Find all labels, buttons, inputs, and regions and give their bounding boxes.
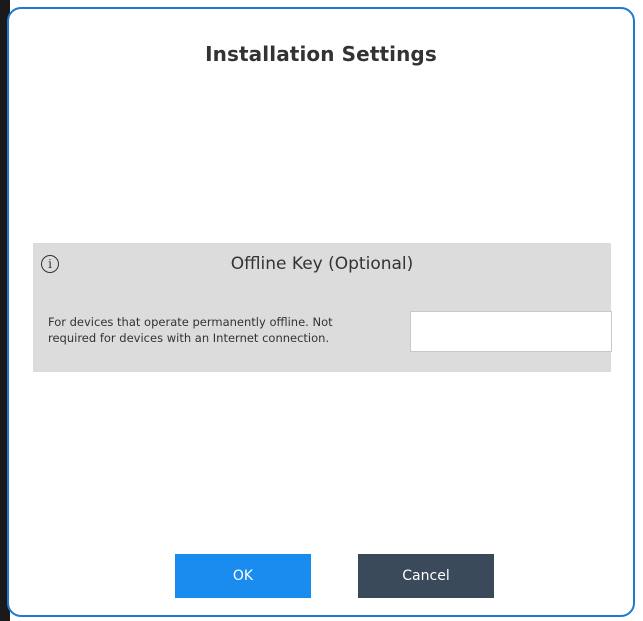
- offline-key-panel: i Offline Key (Optional) For devices tha…: [33, 243, 612, 372]
- description-line-2: required for devices with an Internet co…: [48, 331, 330, 345]
- offline-key-title: Offline Key (Optional): [230, 254, 414, 274]
- dialog-title: Installation Settings: [205, 42, 437, 66]
- offline-key-description: For devices that operate permanently off…: [48, 314, 388, 346]
- cancel-button[interactable]: Cancel: [358, 554, 494, 598]
- ok-button[interactable]: OK: [175, 554, 311, 598]
- description-line-1: For devices that operate permanently off…: [48, 315, 333, 329]
- offline-key-input[interactable]: [410, 311, 612, 352]
- installation-settings-dialog: Installation Settings i Offline Key (Opt…: [7, 7, 635, 617]
- screen: Installation Settings i Offline Key (Opt…: [0, 0, 643, 621]
